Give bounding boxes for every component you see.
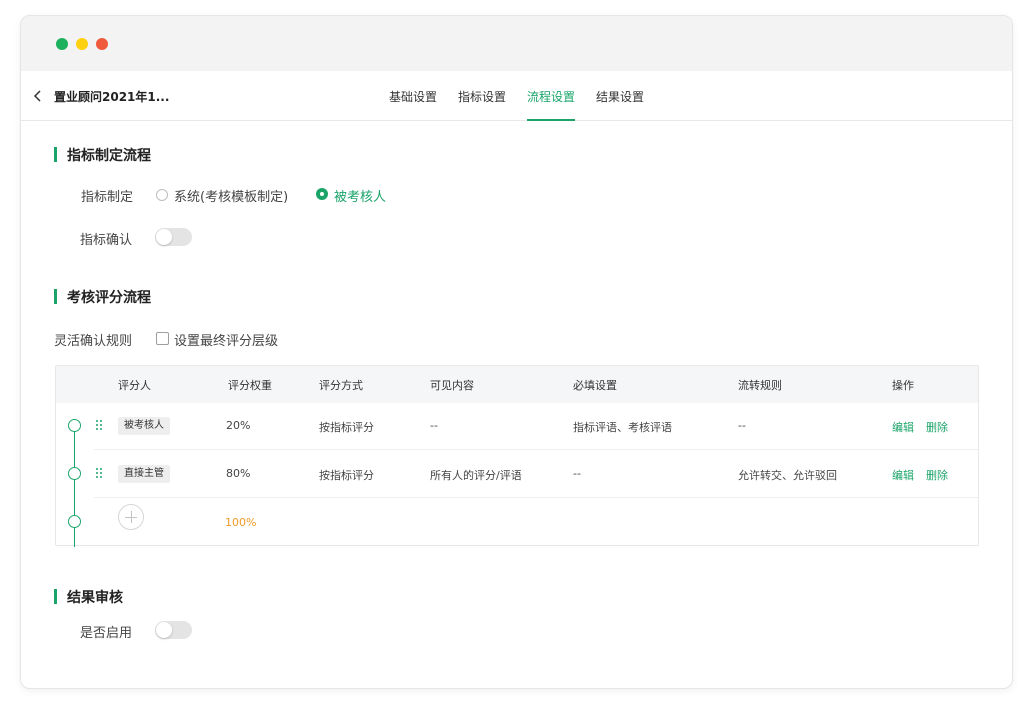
section-title-indicator-process: 指标制定流程 xyxy=(54,145,151,165)
active-tab-indicator xyxy=(527,119,575,121)
required-cell: -- xyxy=(573,467,581,480)
formulation-label: 指标制定 xyxy=(81,190,134,205)
window-maximize-button[interactable] xyxy=(96,38,108,50)
final-level-checkbox[interactable] xyxy=(156,332,169,345)
rater-tag: 被考核人 xyxy=(118,417,170,435)
timeline-node xyxy=(68,515,81,528)
method-cell: 按指标评分 xyxy=(319,469,374,482)
weight-cell: 80% xyxy=(226,467,251,480)
timeline-node xyxy=(68,467,81,480)
indicator-confirm-toggle[interactable] xyxy=(155,228,192,246)
title-bar xyxy=(21,16,1012,71)
radio-assessee[interactable] xyxy=(316,188,328,200)
window-minimize-button[interactable] xyxy=(76,38,88,50)
confirm-label: 指标确认 xyxy=(80,233,133,248)
window-close-button[interactable] xyxy=(56,38,68,50)
total-weight: 100% xyxy=(225,516,257,529)
visible-cell: -- xyxy=(430,419,438,432)
final-level-checkbox-label[interactable]: 设置最终评分层级 xyxy=(174,330,278,349)
drag-handle-icon[interactable] xyxy=(94,419,104,431)
timeline-node xyxy=(68,419,81,432)
delete-button[interactable]: 删除 xyxy=(926,419,948,435)
th-method: 评分方式 xyxy=(319,379,363,392)
visible-cell: 所有人的评分/评语 xyxy=(430,469,522,482)
section-title-scoring-process: 考核评分流程 xyxy=(54,287,151,307)
required-cell: 指标评语、考核评语 xyxy=(573,421,672,434)
th-rater: 评分人 xyxy=(118,379,151,392)
rater-tag: 直接主管 xyxy=(118,465,170,483)
add-rater-button[interactable] xyxy=(118,504,144,530)
row-divider xyxy=(94,497,978,498)
tab-process-settings[interactable]: 流程设置 xyxy=(527,88,575,105)
flow-cell: 允许转交、允许驳回 xyxy=(738,469,837,482)
radio-system-template-label[interactable]: 系统(考核模板制定) xyxy=(174,186,288,205)
section-title-result-review: 结果审核 xyxy=(54,587,123,607)
th-actions: 操作 xyxy=(892,379,914,392)
timeline-connector xyxy=(74,426,75,547)
edit-button[interactable]: 编辑 xyxy=(892,419,914,435)
tab-result-settings[interactable]: 结果设置 xyxy=(596,88,644,105)
th-weight: 评分权重 xyxy=(228,379,272,392)
radio-assessee-label[interactable]: 被考核人 xyxy=(334,186,386,205)
enable-label: 是否启用 xyxy=(80,626,133,641)
th-visible: 可见内容 xyxy=(430,379,474,392)
th-required: 必填设置 xyxy=(573,379,617,392)
raters-table: 评分人 评分权重 评分方式 可见内容 必填设置 流转规则 操作 被考核人 20%… xyxy=(55,365,979,547)
tab-basic-settings[interactable]: 基础设置 xyxy=(389,88,437,105)
flow-cell: -- xyxy=(738,419,746,432)
page-title: 置业顾问2021年1... xyxy=(54,90,170,104)
weight-cell: 20% xyxy=(226,419,251,432)
flex-rule-label: 灵活确认规则 xyxy=(54,334,133,349)
row-divider xyxy=(94,449,978,450)
th-flow: 流转规则 xyxy=(738,379,782,392)
table-header: 评分人 评分权重 评分方式 可见内容 必填设置 流转规则 操作 xyxy=(56,366,978,403)
result-review-toggle[interactable] xyxy=(155,621,192,639)
drag-handle-icon[interactable] xyxy=(94,467,104,479)
app-window: 置业顾问2021年1... 基础设置 指标设置 流程设置 结果设置 指标制定流程… xyxy=(20,15,1013,689)
top-nav: 置业顾问2021年1... 基础设置 指标设置 流程设置 结果设置 xyxy=(21,71,1012,121)
edit-button[interactable]: 编辑 xyxy=(892,467,914,483)
method-cell: 按指标评分 xyxy=(319,421,374,434)
tab-indicator-settings[interactable]: 指标设置 xyxy=(458,88,506,105)
delete-button[interactable]: 删除 xyxy=(926,467,948,483)
radio-system-template[interactable] xyxy=(156,189,168,201)
chevron-left-icon[interactable] xyxy=(31,87,45,105)
